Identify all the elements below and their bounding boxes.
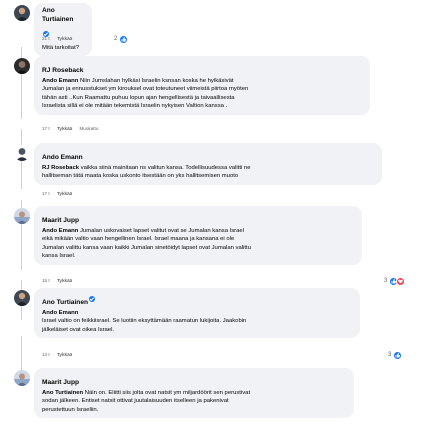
like-button[interactable]: Tykkää xyxy=(57,191,72,196)
avatar[interactable] xyxy=(14,58,30,74)
heart-icon xyxy=(396,276,406,286)
reactions[interactable]: 3 xyxy=(384,276,406,286)
like-button[interactable]: Tykkää xyxy=(57,352,72,357)
mention[interactable]: Ando Emann xyxy=(42,228,78,234)
timestamp[interactable]: 17 t xyxy=(42,126,50,131)
timestamp[interactable]: 13 t xyxy=(42,352,50,357)
like-button[interactable]: Tykkää xyxy=(57,126,72,131)
mention[interactable]: Ando Emann xyxy=(42,310,78,316)
avatar[interactable] xyxy=(14,145,30,161)
mention[interactable]: RJ Roseback xyxy=(42,165,79,171)
comment-text: Ano Turtiainen Näin on. Eliitti siis jol… xyxy=(42,390,251,413)
comment-meta: 17 t Tykkää xyxy=(42,191,78,197)
reactions[interactable]: 2 xyxy=(114,34,129,44)
comment-bubble: Ando Emann RJ Roseback vaikka siinä main… xyxy=(34,143,382,185)
reaction-count: 3 xyxy=(388,352,392,358)
timestamp[interactable]: 15 t xyxy=(42,278,50,283)
comment-meta: 21 t Tykkää xyxy=(42,36,78,42)
comment-bubble: Ano Turtiainen Ando Emann Israel valtio … xyxy=(34,288,360,339)
thumbs-up-icon xyxy=(119,34,129,44)
reactions[interactable]: 3 xyxy=(388,350,403,360)
reaction-count: 3 xyxy=(384,278,388,284)
comment-bubble: Maarit Jupp Ano Turtiainen Näin on. Elii… xyxy=(34,368,354,419)
mention[interactable]: Ano Turtiainen xyxy=(42,390,83,396)
comment-text: Ando Emann Israel valtio on feikkiisrael… xyxy=(42,310,247,333)
comment-text: Ando Emann Niin Jumslahan hylkäsi Israel… xyxy=(42,78,249,110)
reaction-count: 2 xyxy=(114,36,118,42)
avatar[interactable] xyxy=(14,290,30,306)
author-name[interactable]: Maarit Jupp xyxy=(42,216,79,225)
thumbs-up-icon xyxy=(393,350,403,360)
like-button[interactable]: Tykkää xyxy=(57,278,72,283)
comment-text: RJ Roseback vaikka siinä mainitaan ns va… xyxy=(42,165,251,180)
avatar[interactable] xyxy=(14,370,30,386)
like-button[interactable]: Tykkää xyxy=(57,36,72,41)
avatar[interactable] xyxy=(14,5,30,21)
author-name[interactable]: RJ Roseback xyxy=(42,66,83,75)
comment-bubble: Maarit Jupp Ando Emann Jumalan uskovaise… xyxy=(34,206,362,265)
edited-label: Muokattu xyxy=(79,126,99,131)
mention[interactable]: Ando Emann xyxy=(42,78,78,84)
author-name[interactable]: Ano Turtiainen xyxy=(42,6,84,24)
author-name[interactable]: Ando Emann xyxy=(42,153,83,162)
comment-meta: 17 t Tykkää Muokattu xyxy=(42,126,104,132)
timestamp[interactable]: 21 t xyxy=(42,36,50,41)
author-name[interactable]: Ano Turtiainen xyxy=(42,298,88,307)
author-name[interactable]: Maarit Jupp xyxy=(42,378,79,387)
comment-text: Mitä tarkoitat? xyxy=(42,45,79,51)
comment-meta: 13 t Tykkää xyxy=(42,352,78,358)
comment-meta: 15 t Tykkää xyxy=(42,278,78,284)
timestamp[interactable]: 17 t xyxy=(42,191,50,196)
comment-bubble: RJ Roseback Ando Emann Niin Jumslahan hy… xyxy=(34,56,370,115)
avatar[interactable] xyxy=(14,208,30,224)
comment-text: Ando Emann Jumalan uskovaiset lapset val… xyxy=(42,228,251,260)
comment-bubble: Ano Turtiainen Mitä tarkoitat? xyxy=(34,3,92,57)
verified-badge-icon xyxy=(89,295,96,302)
